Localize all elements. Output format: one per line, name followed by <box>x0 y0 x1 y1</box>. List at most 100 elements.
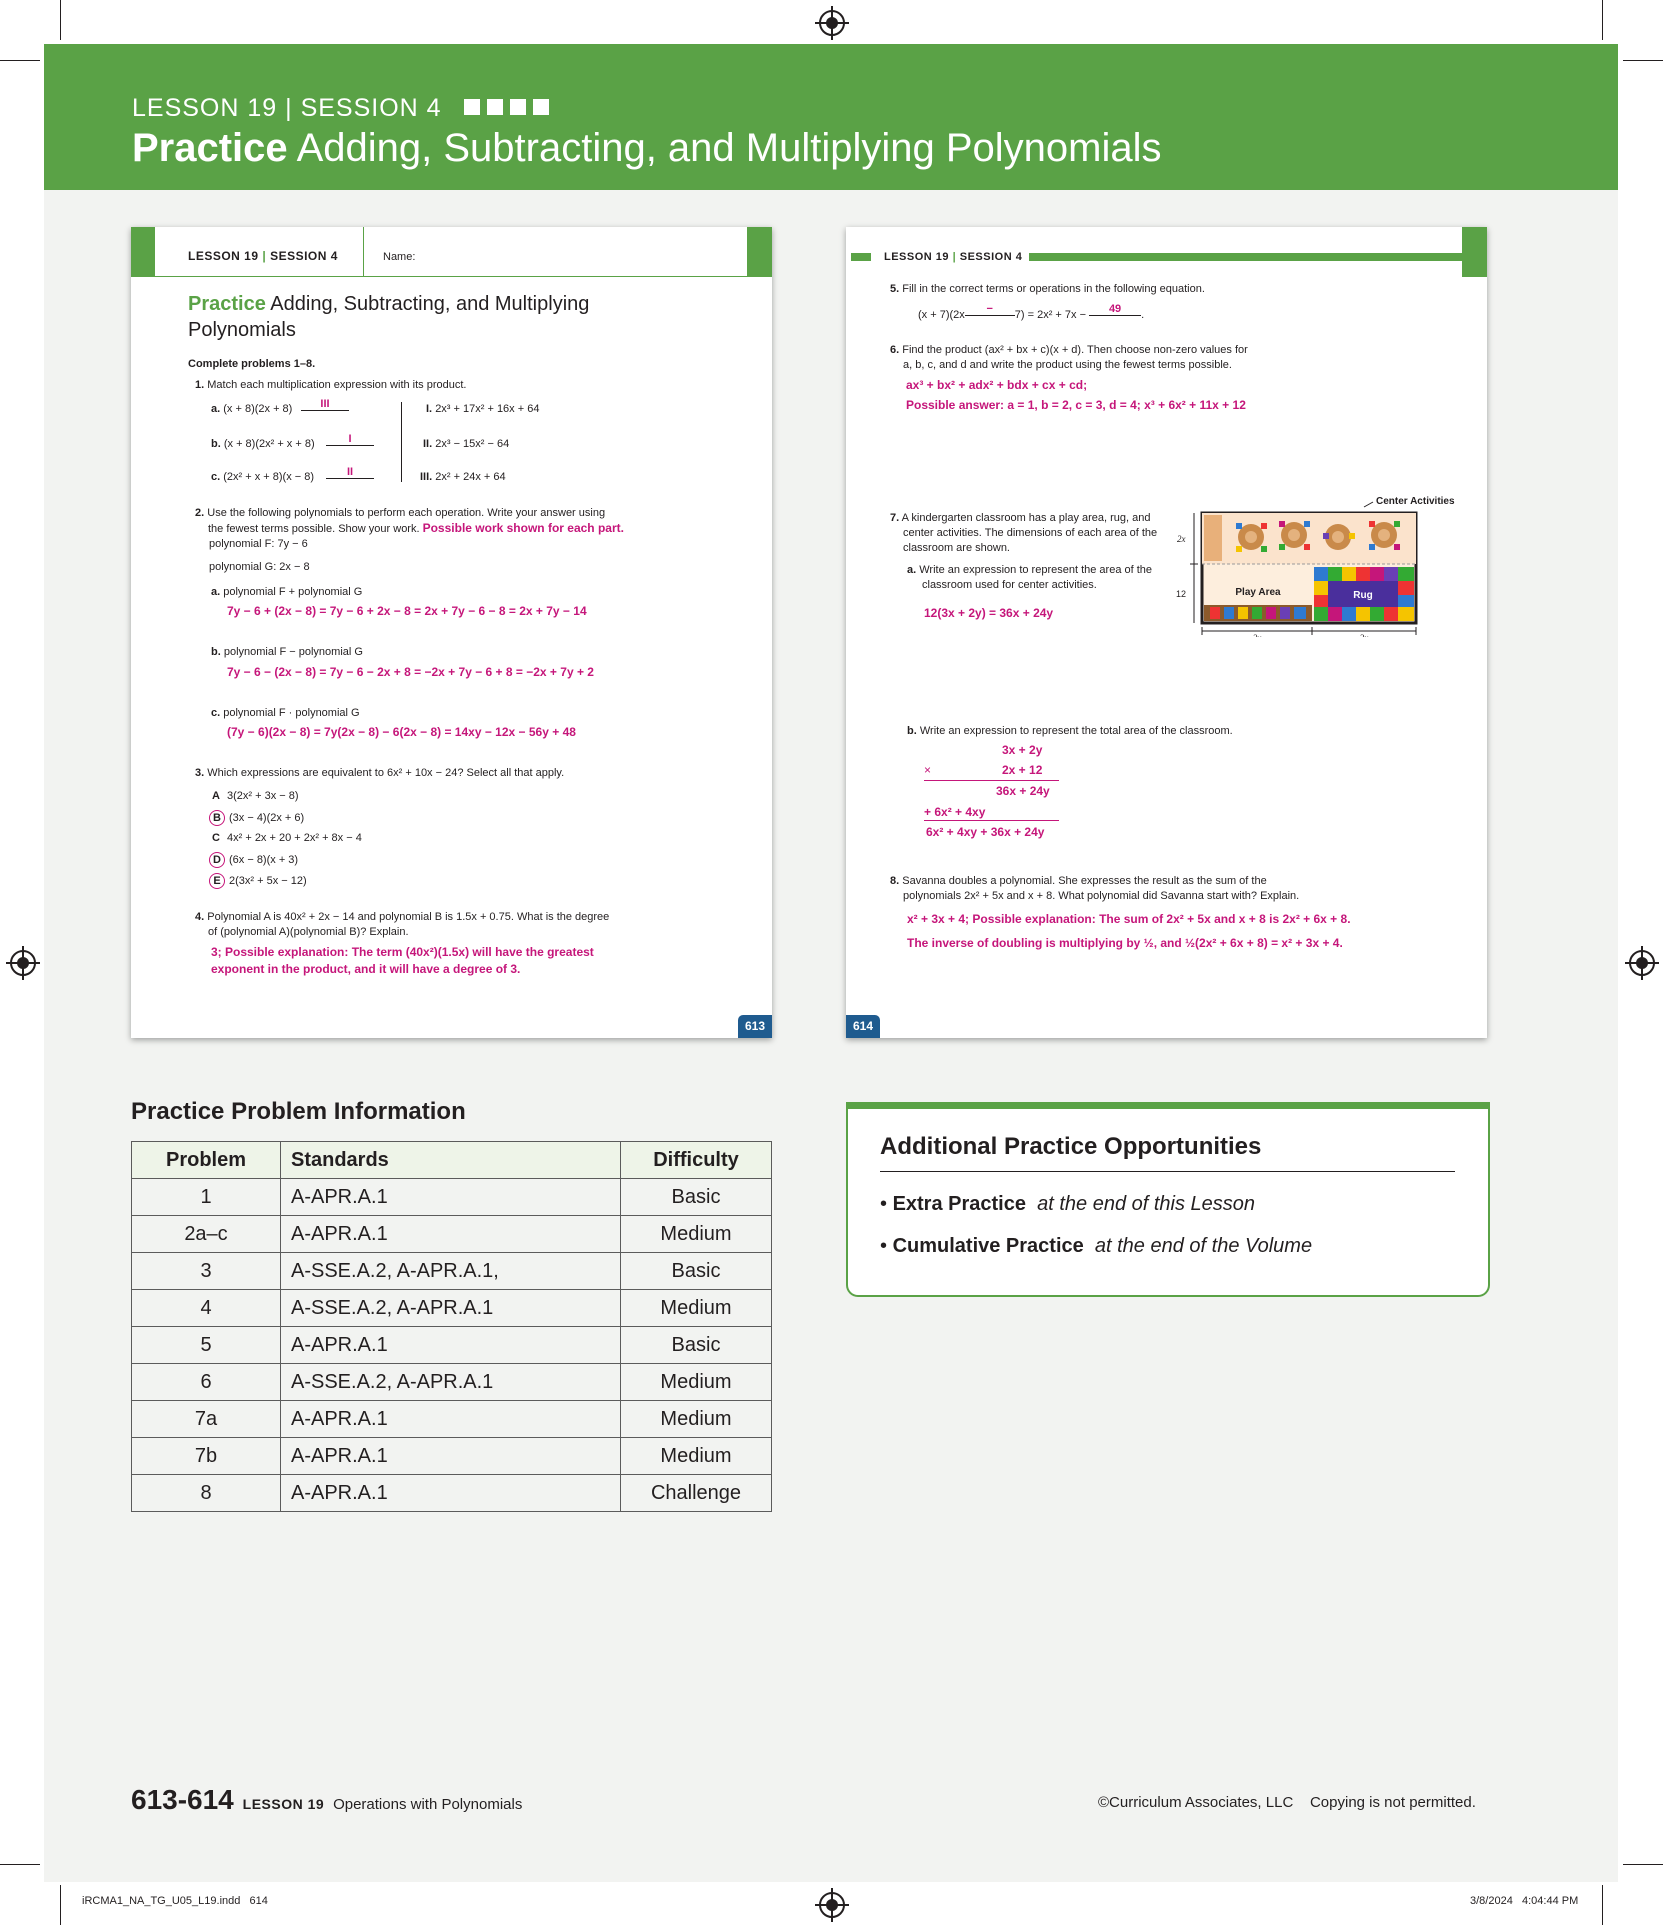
problem-4-prompt: 4. Polynomial A is 40x² + 2x − 14 and po… <box>195 911 610 938</box>
crop-mark <box>1623 1864 1663 1865</box>
registration-mark-icon <box>1625 946 1659 980</box>
instructions: Complete problems 1–8. <box>188 358 316 370</box>
problem-7b-line3: 36x + 24y <box>996 784 1050 798</box>
problem-cell: 4 <box>131 1289 281 1327</box>
problem-cell: 3 <box>131 1252 281 1290</box>
difficulty-cell: Medium <box>620 1215 772 1253</box>
standards-cell: A-SSE.A.2, A-APR.A.1 <box>280 1363 621 1401</box>
match-I: I. 2x³ + 17x² + 16x + 64 <box>426 403 540 415</box>
table-header-row: Problem Standards Difficulty <box>131 1141 772 1179</box>
additional-item: • Cumulative Practice at the end of the … <box>880 1235 1313 1257</box>
problem-2a: a. polynomial F + polynomial G <box>211 586 363 598</box>
table-row: 6 A-SSE.A.2, A-APR.A.1 Medium <box>131 1363 772 1401</box>
registration-mark-icon <box>815 1888 849 1922</box>
match-II: II. 2x³ − 15x² − 64 <box>423 438 510 450</box>
circled-option-letter: D <box>209 852 225 868</box>
table-row: 3 A-SSE.A.2, A-APR.A.1, Basic <box>131 1252 772 1290</box>
problem-3-option: E 2(3x² + 5x − 12) <box>209 873 307 889</box>
problem-7b-times: × <box>924 763 932 777</box>
dim-12: 12 <box>1176 589 1186 599</box>
crop-mark <box>1623 60 1663 61</box>
slug-file: iRCMA1_NA_TG_U05_L19.indd 614 <box>82 1895 268 1907</box>
option-expression: 3(2x² + 3x − 8) <box>227 790 299 802</box>
standards-cell: A-APR.A.1 <box>280 1178 621 1216</box>
dim-2x: 2x <box>1177 534 1186 544</box>
circled-option-letter: B <box>209 810 225 826</box>
crop-mark <box>0 60 40 61</box>
problem-cell: 1 <box>131 1178 281 1216</box>
polynomial-f: polynomial F: 7y − 6 <box>209 538 308 550</box>
additional-practice-box: Additional Practice Opportunities • Extr… <box>846 1102 1490 1297</box>
problem-4-answer: 3; Possible explanation: The term (40x²)… <box>211 945 594 976</box>
problem-3-option: B (3x − 4)(2x + 6) <box>209 810 304 826</box>
name-label: Name: <box>383 251 416 263</box>
circled-option-letter: E <box>209 873 225 889</box>
page-number-badge: 613 <box>738 1015 772 1038</box>
table-row: 1 A-APR.A.1 Basic <box>131 1178 772 1216</box>
problem-7b-line2: 2x + 12 <box>1002 763 1043 777</box>
table-row: 8 A-APR.A.1 Challenge <box>131 1474 772 1512</box>
page-header: LESSON 19 | SESSION 4 <box>188 249 338 263</box>
standards-cell: A-APR.A.1 <box>280 1215 621 1253</box>
difficulty-cell: Basic <box>620 1178 772 1216</box>
problem-cell: 5 <box>131 1326 281 1364</box>
slug-date: 3/8/2024 4:04:44 PM <box>1470 1895 1579 1907</box>
dim-3x: 3x <box>1359 633 1369 637</box>
crop-mark <box>1602 1885 1603 1925</box>
difficulty-cell: Medium <box>620 1437 772 1475</box>
problem-5-prompt: 5. Fill in the correct terms or operatio… <box>890 283 1205 295</box>
table-row: 4 A-SSE.A.2, A-APR.A.1 Medium <box>131 1289 772 1327</box>
play-area-label: Play Area <box>1235 587 1281 598</box>
polynomial-g: polynomial G: 2x − 8 <box>209 561 310 573</box>
additional-practice-heading: Additional Practice Opportunities <box>880 1133 1262 1160</box>
problem-7a-answer: 12(3x + 2y) = 36x + 24y <box>924 606 1054 620</box>
match-b: b. (x + 8)(2x² + x + 8) <box>211 438 315 450</box>
center-activities-label: Center Activities <box>1376 496 1455 507</box>
option-expression: 4x² + 2x + 20 + 2x² + 8x − 4 <box>227 832 362 844</box>
footer-left: 613-614 LESSON 19 Operations with Polyno… <box>131 1784 523 1815</box>
problem-7b-line4: + 6x² + 4xy <box>924 805 986 819</box>
page-number-badge: 614 <box>846 1015 880 1038</box>
student-page-613: LESSON 19 | SESSION 4 Name: Practice Add… <box>131 227 772 1038</box>
problem-2b: b. polynomial F − polynomial G <box>211 646 363 658</box>
problem-2c-answer: (7y − 6)(2x − 8) = 7y(2x − 8) − 6(2x − 8… <box>227 725 576 739</box>
difficulty-cell: Medium <box>620 1289 772 1327</box>
problem-8-answer: x² + 3x + 4; Possible explanation: The s… <box>907 912 1351 950</box>
crop-mark <box>60 1885 61 1925</box>
problem-2c: c. polynomial F · polynomial G <box>211 707 360 719</box>
practice-info-table: Problem Standards Difficulty 1 A-APR.A.1 B… <box>131 1141 772 1512</box>
page-header: LESSON 19 | SESSION 4 <box>884 251 1023 263</box>
additional-item: • Extra Practice at the end of this Less… <box>880 1193 1256 1215</box>
standards-cell: A-SSE.A.2, A-APR.A.1, <box>280 1252 621 1290</box>
difficulty-cell: Challenge <box>620 1474 772 1512</box>
registration-mark-icon <box>815 6 849 40</box>
problem-7b-line5: 6x² + 4xy + 36x + 24y <box>926 825 1045 839</box>
difficulty-cell: Basic <box>620 1252 772 1290</box>
banner-kicker: LESSON 19 | SESSION 4 <box>132 94 549 123</box>
problem-cell: 2a–c <box>131 1215 281 1253</box>
problem-7a-prompt: a. Write an expression to represent the … <box>907 564 1153 591</box>
crop-mark <box>1602 0 1603 40</box>
problem-cell: 7a <box>131 1400 281 1438</box>
problem-2b-answer: 7y − 6 − (2x − 8) = 7y − 6 − 2x + 8 = −2… <box>227 665 594 679</box>
difficulty-cell: Medium <box>620 1363 772 1401</box>
column-header: Difficulty <box>620 1141 772 1179</box>
table-row: 7b A-APR.A.1 Medium <box>131 1437 772 1475</box>
standards-cell: A-APR.A.1 <box>280 1400 621 1438</box>
practice-info-heading: Practice Problem Information <box>131 1098 466 1125</box>
problem-7b-line1: 3x + 2y <box>1002 743 1043 757</box>
problem-7b-prompt: b. Write an expression to represent the … <box>907 725 1233 737</box>
match-a: a. (x + 8)(2x + 8) <box>211 403 293 415</box>
problem-5-equation: (x + 7)(2x −7) = 2x² + 7x − 49. <box>918 303 1145 321</box>
problem-cell: 7b <box>131 1437 281 1475</box>
match-b-answer: I <box>326 433 374 446</box>
problem-6-answer: ax³ + bx² + adx² + bdx + cx + cd; Possibl… <box>906 378 1246 412</box>
option-expression: (6x − 8)(x + 3) <box>229 854 299 866</box>
problem-2-prompt: 2. Use the following polynomials to perf… <box>195 507 624 535</box>
problem-1-prompt: 1. Match each multiplication expression … <box>195 379 467 391</box>
problem-3-option: C 4x² + 2x + 20 + 2x² + 8x − 4 <box>209 831 362 845</box>
standards-cell: A-APR.A.1 <box>280 1437 621 1475</box>
rug-label: Rug <box>1353 590 1372 601</box>
option-expression: (3x − 4)(2x + 6) <box>229 812 305 824</box>
option-expression: 2(3x² + 5x − 12) <box>229 875 307 887</box>
